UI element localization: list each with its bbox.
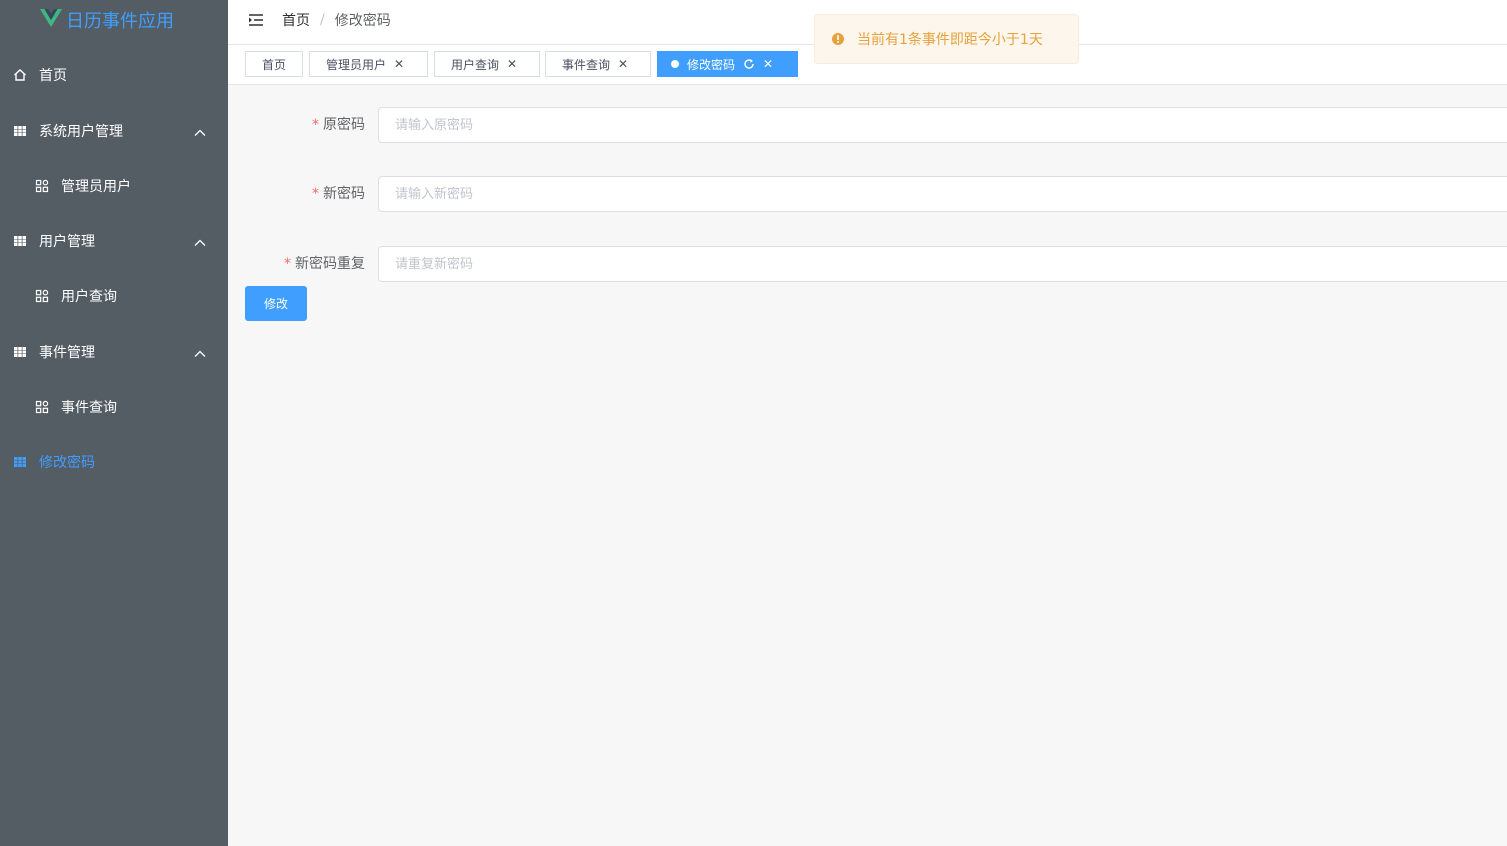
- chevron-up-icon: [194, 235, 206, 251]
- sidebar-item-home[interactable]: 首页: [0, 55, 228, 95]
- sidebar-item-admin-users[interactable]: 管理员用户: [0, 166, 228, 206]
- label-text: 原密码: [323, 117, 365, 133]
- tag-change-password[interactable]: 修改密码 ✕: [657, 51, 798, 77]
- close-icon[interactable]: ✕: [618, 57, 628, 71]
- required-mark: *: [312, 117, 319, 133]
- refresh-icon[interactable]: [743, 58, 755, 70]
- breadcrumb-home[interactable]: 首页: [282, 10, 310, 30]
- tag-label: 管理员用户: [326, 57, 387, 72]
- grid-icon: [13, 455, 27, 469]
- sidebar-item-label: 用户查询: [61, 289, 117, 305]
- sidebar-item-label: 管理员用户: [61, 179, 131, 195]
- sidebar: 日历事件应用 首页 系统用户管理 管理员用户 用户管理 用户查询 事件管理 事件…: [0, 0, 228, 846]
- label-text: 新密码重复: [295, 256, 365, 272]
- breadcrumb-current: 修改密码: [334, 13, 391, 29]
- tag-user-query[interactable]: 用户查询 ✕: [434, 51, 540, 77]
- required-mark: *: [284, 256, 291, 272]
- breadcrumb-separator: /: [320, 12, 325, 28]
- tag-home[interactable]: 首页: [245, 51, 303, 77]
- tag-event-query[interactable]: 事件查询 ✕: [545, 51, 651, 77]
- new-password-input[interactable]: [378, 176, 1507, 212]
- chevron-up-icon: [194, 125, 206, 141]
- form-row-new-password: * 新密码: [245, 176, 1507, 212]
- menu-fold-icon[interactable]: [248, 12, 264, 31]
- active-dot-icon: [671, 60, 679, 68]
- submit-button[interactable]: 修改: [245, 286, 307, 321]
- new-password-label: * 新密码: [245, 176, 365, 212]
- sidebar-item-system-users[interactable]: 系统用户管理: [0, 111, 228, 151]
- sidebar-item-label: 系统用户管理: [39, 124, 123, 140]
- sidebar-item-user-management[interactable]: 用户管理: [0, 221, 228, 261]
- apps-icon: [35, 179, 49, 193]
- home-icon: [13, 68, 27, 82]
- grid-icon: [13, 345, 27, 359]
- sidebar-item-change-password[interactable]: 修改密码: [0, 442, 228, 482]
- sidebar-item-event-query[interactable]: 事件查询: [0, 387, 228, 427]
- notification-message: 当前有1条事件即距今小于1天: [857, 32, 1043, 48]
- sidebar-item-label: 事件管理: [39, 345, 95, 361]
- grid-icon: [13, 234, 27, 248]
- repeat-password-input[interactable]: [378, 246, 1507, 282]
- apps-icon: [35, 289, 49, 303]
- old-password-input[interactable]: [378, 107, 1507, 143]
- close-icon[interactable]: ✕: [507, 57, 517, 71]
- form-row-old-password: * 原密码: [245, 107, 1507, 143]
- warning-icon: [831, 32, 845, 46]
- grid-icon: [13, 124, 27, 138]
- tag-label: 修改密码: [687, 57, 736, 72]
- required-mark: *: [312, 186, 319, 202]
- sidebar-item-label: 修改密码: [39, 455, 95, 471]
- sidebar-item-label: 事件查询: [61, 400, 117, 416]
- chevron-up-icon: [194, 346, 206, 362]
- old-password-label: * 原密码: [245, 107, 365, 143]
- sidebar-item-label: 用户管理: [39, 234, 95, 250]
- form-row-repeat-password: * 新密码重复: [245, 246, 1507, 282]
- tag-admin-users[interactable]: 管理员用户 ✕: [309, 51, 428, 77]
- vue-logo-icon: [40, 8, 62, 32]
- breadcrumb: 首页 / 修改密码: [282, 10, 391, 30]
- apps-icon: [35, 400, 49, 414]
- close-icon[interactable]: ✕: [763, 57, 773, 71]
- tag-label: 用户查询: [451, 57, 500, 72]
- sidebar-item-user-query[interactable]: 用户查询: [0, 276, 228, 316]
- close-icon[interactable]: ✕: [394, 57, 404, 71]
- app-logo[interactable]: 日历事件应用: [0, 0, 228, 40]
- label-text: 新密码: [323, 186, 365, 202]
- repeat-password-label: * 新密码重复: [245, 246, 365, 282]
- tag-label: 首页: [262, 57, 287, 72]
- sidebar-item-event-management[interactable]: 事件管理: [0, 332, 228, 372]
- sidebar-item-label: 首页: [39, 68, 67, 84]
- tag-label: 事件查询: [562, 57, 611, 72]
- app-title: 日历事件应用: [66, 11, 174, 32]
- warning-notification: 当前有1条事件即距今小于1天: [814, 14, 1079, 64]
